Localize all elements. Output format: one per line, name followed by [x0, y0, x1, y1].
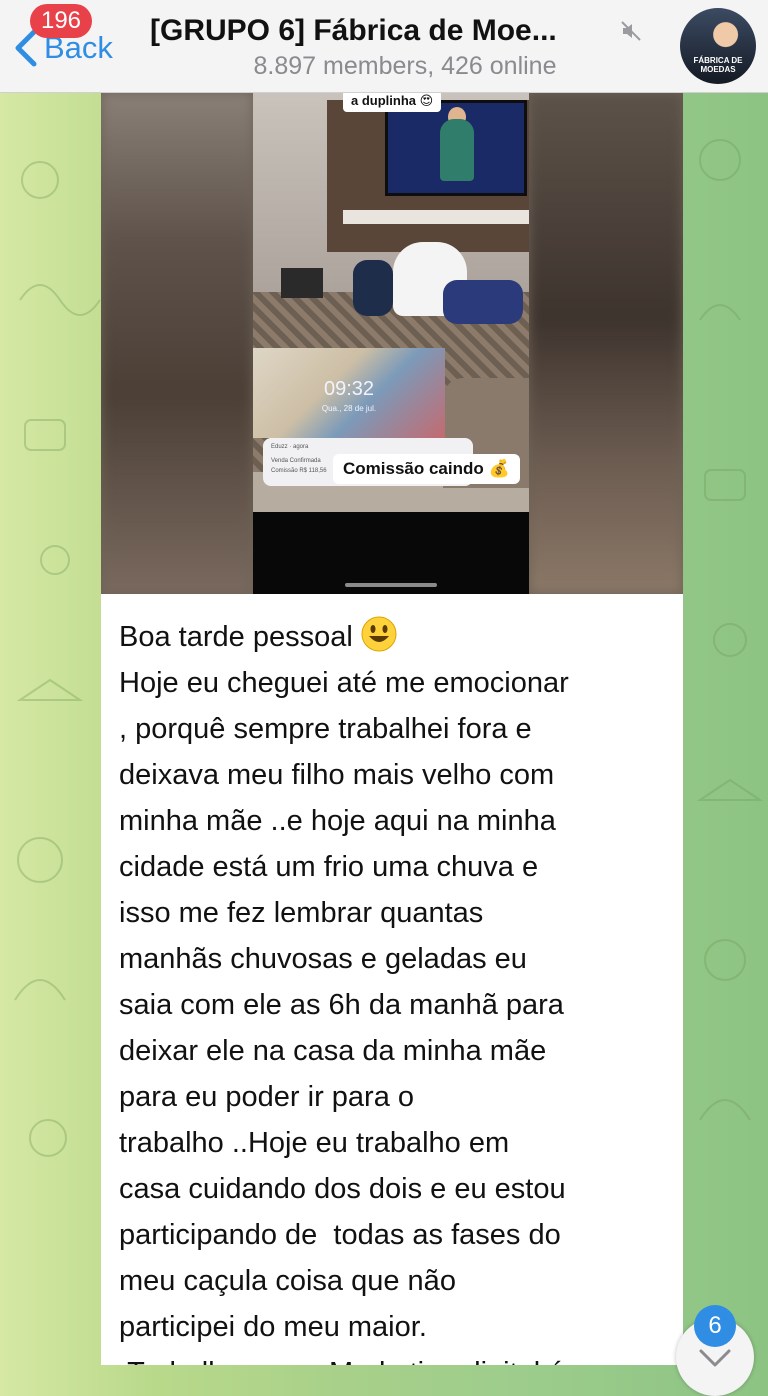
- child-older-pants: [443, 280, 523, 324]
- story-screenshot: 09:32 Qua., 28 de jul. a duplinha 😍 Eduz…: [253, 92, 529, 594]
- child-small: [353, 260, 393, 316]
- chat-subtitle: 8.897 members, 426 online: [253, 52, 557, 80]
- message-text: Boa tarde pessoal Hoje eu cheguei até me…: [119, 614, 679, 1365]
- new-messages-badge: 6: [694, 1305, 736, 1347]
- group-avatar[interactable]: FÁBRICA DE MOEDAS: [680, 8, 756, 84]
- message-body: Hoje eu cheguei até me emocionar , porqu…: [119, 667, 569, 1365]
- avatar-text: FÁBRICA DE MOEDAS: [693, 56, 743, 74]
- story-sticker-top: a duplinha 😍: [343, 92, 442, 112]
- lockscreen-time: 09:32: [323, 378, 375, 400]
- notification-line1: Venda Confirmada: [271, 458, 321, 464]
- chat-header: Back 196 [GRUPO 6] Fábrica de Moe... 8.8…: [0, 0, 768, 93]
- muted-icon: [621, 21, 641, 41]
- unread-badge: 196: [30, 4, 92, 38]
- message-bubble[interactable]: 09:32 Qua., 28 de jul. a duplinha 😍 Eduz…: [101, 92, 683, 1365]
- chat-title[interactable]: [GRUPO 6] Fábrica de Moe...: [150, 14, 660, 48]
- notification-app: Eduzz · agora: [271, 444, 309, 450]
- chevron-down-icon: [699, 1349, 731, 1367]
- television: [385, 100, 527, 196]
- notification-line2: Comissão R$ 118,56: [271, 468, 327, 474]
- lockscreen-date: Qua., 28 de jul.: [321, 404, 377, 413]
- tv-shelf: [343, 210, 529, 224]
- message-media[interactable]: 09:32 Qua., 28 de jul. a duplinha 😍 Eduz…: [101, 92, 683, 594]
- smiley-emoji-icon: [361, 616, 397, 652]
- story-sticker-commission: Comissão caindo 💰: [333, 454, 520, 484]
- message-greeting: Boa tarde pessoal: [119, 621, 361, 653]
- tv-presenter: [440, 119, 474, 181]
- stool: [281, 268, 323, 298]
- media-blur-right: [529, 92, 683, 594]
- media-blur-left: [101, 92, 253, 594]
- home-indicator: [345, 583, 437, 587]
- story-bottom-bar: [253, 512, 529, 594]
